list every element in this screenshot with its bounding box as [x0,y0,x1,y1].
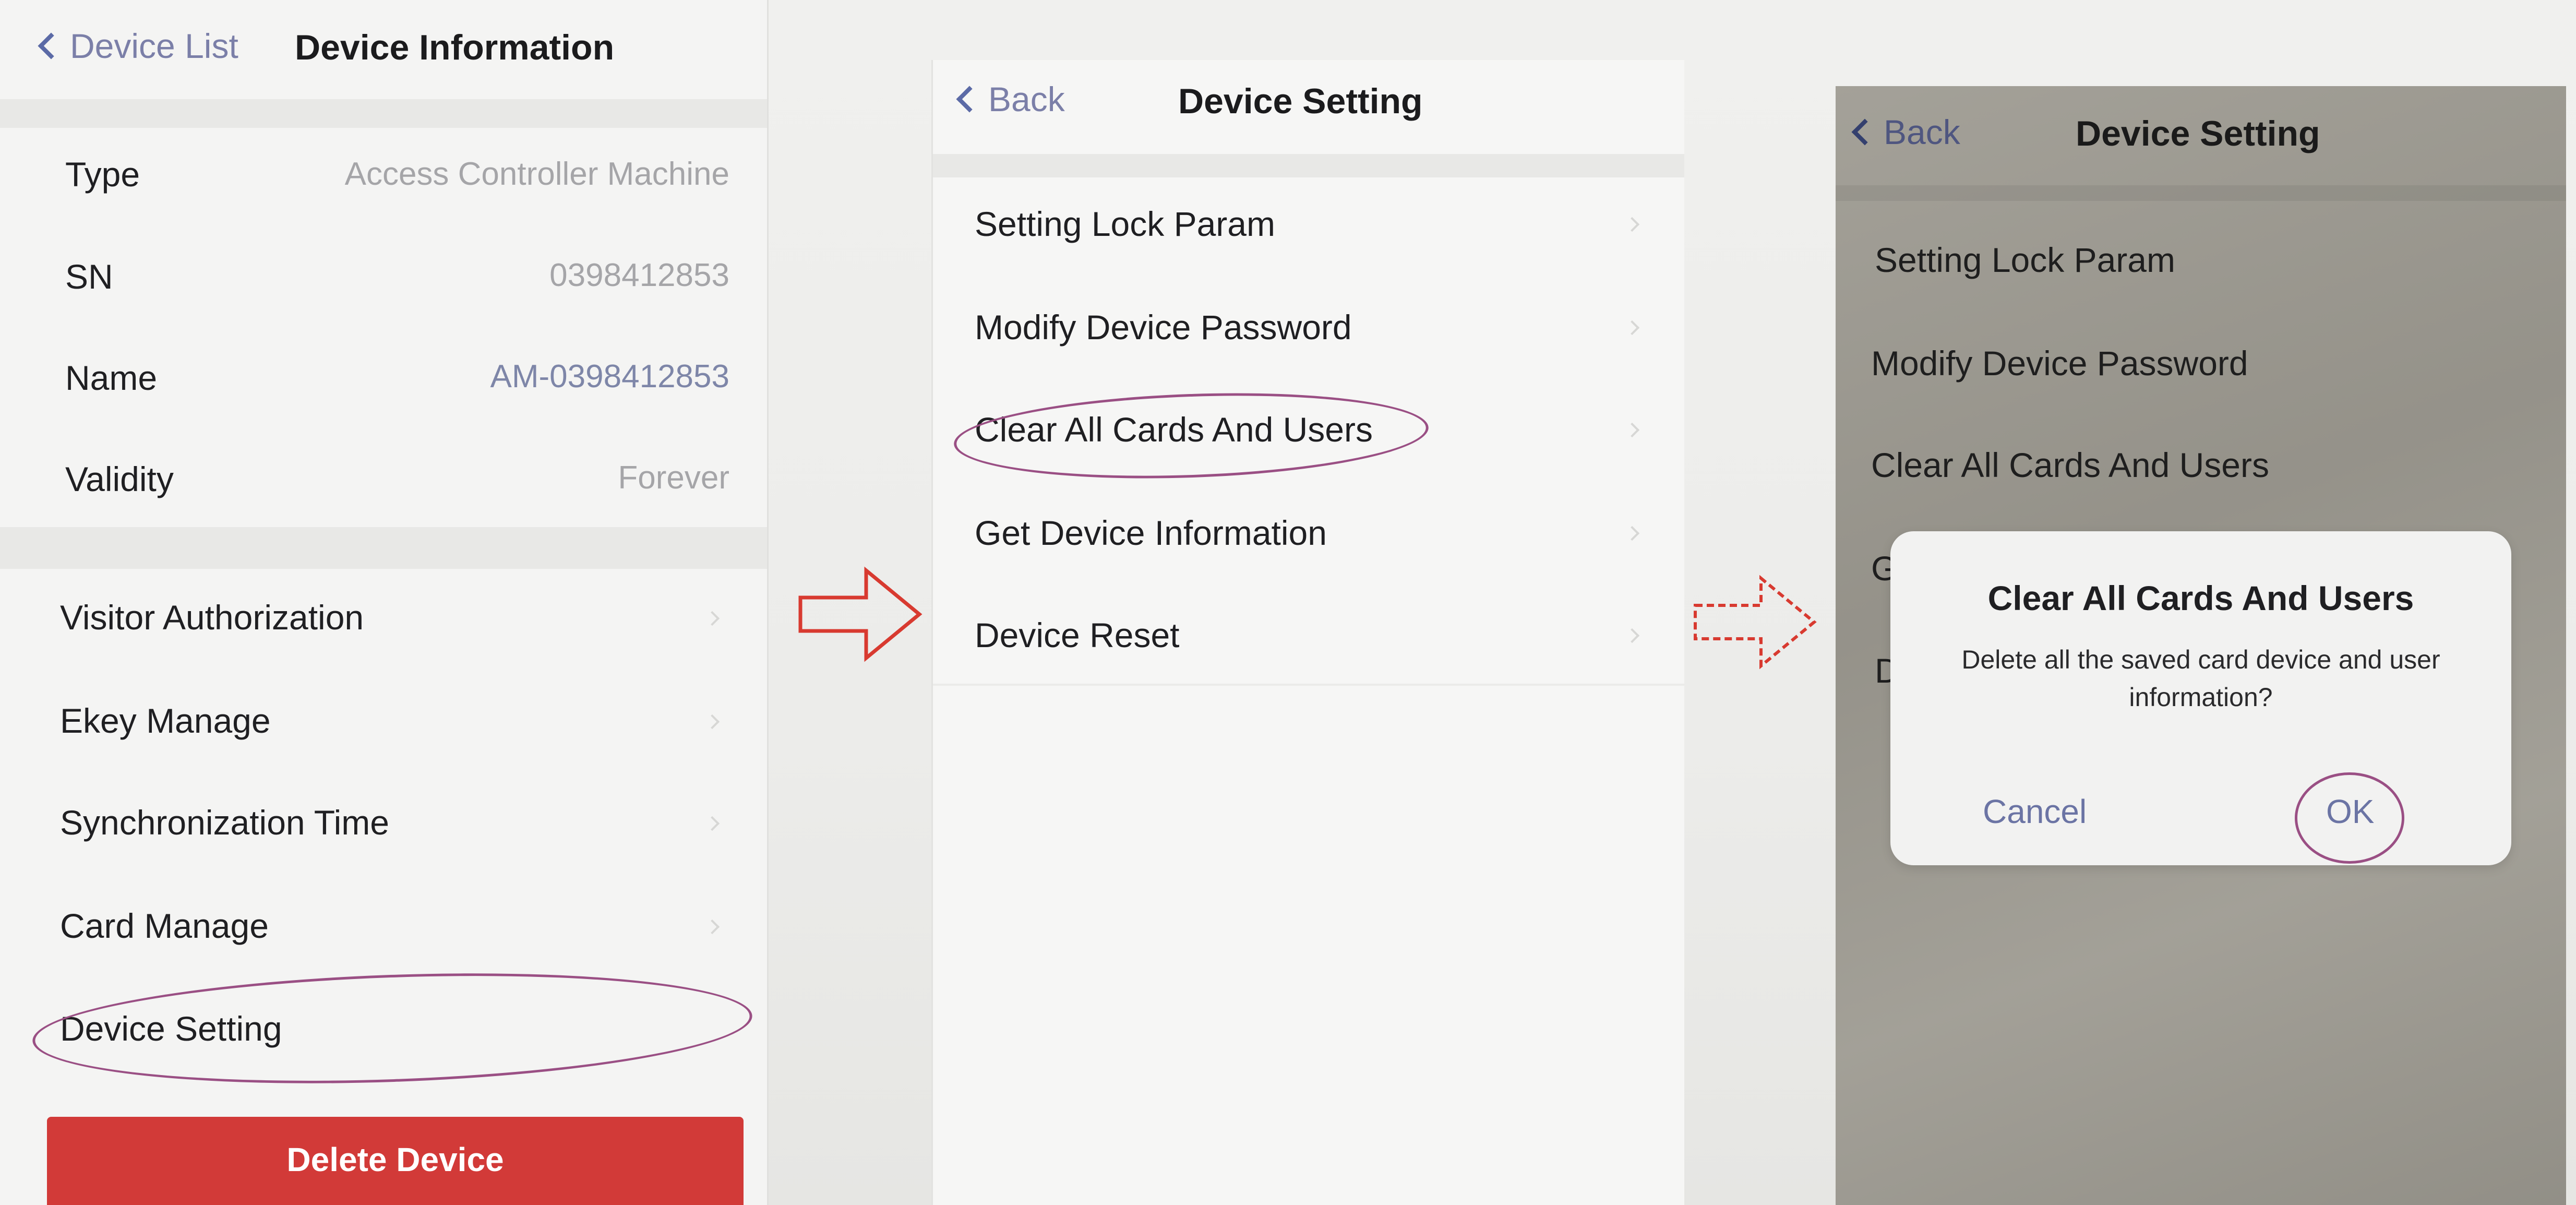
setting-item-get-info[interactable]: Get Device Information [975,513,1327,553]
chevron-left-icon [956,86,983,113]
back-button[interactable]: Back [956,79,1065,119]
menu-item-visitor-authorization[interactable]: Visitor Authorization [60,598,364,637]
page-title: Device Setting [1178,81,1423,121]
chevron-right-icon [704,919,720,935]
confirm-dialog: Clear All Cards And Users Delete all the… [1890,531,2511,865]
setting-item-lock-param[interactable]: Setting Lock Param [975,204,1275,244]
page-title: Device Setting [2076,114,2320,153]
chevron-right-icon [1624,320,1640,336]
chevron-left-icon [38,32,65,59]
highlight-oval [30,962,754,1095]
validity-label: Validity [65,460,174,498]
page-title: Device Information [295,28,615,67]
chevron-right-icon [704,611,720,626]
chevron-right-icon [704,816,720,831]
sn-value: 0398412853 [549,257,729,293]
name-label: Name [65,359,158,397]
back-button-device-list[interactable]: Device List [38,26,238,66]
back-button[interactable]: Back [1851,112,1960,152]
setting-item-lock-param[interactable]: Setting Lock Param [1875,240,2175,280]
name-value[interactable]: AM-0398412853 [490,358,729,395]
chevron-right-icon [704,714,720,730]
setting-item-device-reset[interactable]: Device Reset [975,615,1180,655]
header-divider [0,99,767,128]
setting-item-clear-all[interactable]: Clear All Cards And Users [1871,445,2269,485]
section-divider [0,527,767,569]
menu-item-ekey-manage[interactable]: Ekey Manage [60,701,271,741]
chevron-right-icon [1624,217,1640,232]
type-value: Access Controller Machine [344,156,729,192]
highlight-oval [952,386,1430,486]
sn-label: SN [65,257,113,296]
device-setting-screen: Back Device Setting Setting Lock Param M… [931,60,1684,1205]
chevron-right-icon [1624,526,1640,541]
setting-item-modify-password[interactable]: Modify Device Password [1871,343,2248,383]
header-divider [933,154,1684,177]
highlight-oval [2295,772,2404,864]
chevron-left-icon [1851,118,1878,146]
chevron-right-icon [1624,628,1640,643]
dialog-title: Clear All Cards And Users [1987,579,2414,617]
back-label: Back [988,80,1065,118]
menu-item-card-manage[interactable]: Card Manage [60,906,269,946]
header-divider [1836,185,2566,201]
menu-item-synchronization-time[interactable]: Synchronization Time [60,803,389,842]
back-label: Back [1884,113,1960,151]
arrow-right-icon [798,566,922,662]
setting-item-modify-password[interactable]: Modify Device Password [975,307,1352,347]
validity-value: Forever [618,460,729,496]
device-information-screen: Device List Device Information Type Acce… [0,0,769,1205]
type-label: Type [65,155,140,194]
dialog-message: Delete all the saved card device and use… [1961,645,2440,712]
arrow-right-icon [1694,575,1817,670]
delete-device-button[interactable]: Delete Device [47,1117,744,1205]
chevron-right-icon [1624,422,1640,438]
list-bottom-divider [933,684,1684,686]
back-label: Device List [70,27,238,65]
cancel-button[interactable]: Cancel [1983,792,2087,831]
